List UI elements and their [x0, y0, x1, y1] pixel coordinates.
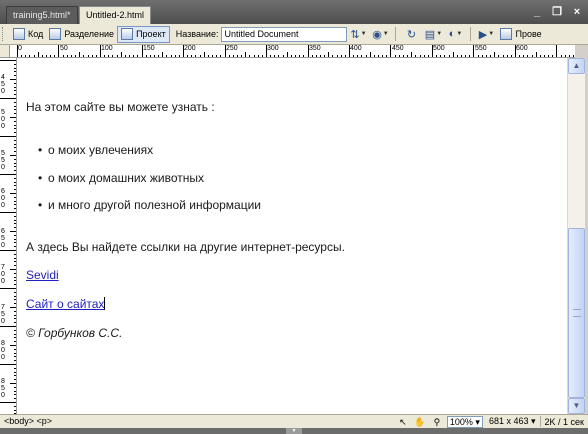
ruler-label: 6 5 0 [1, 228, 5, 249]
tab-training5[interactable]: training5.html* [6, 6, 78, 24]
ruler-label: 7 0 0 [1, 264, 5, 285]
hand-tool-icon[interactable]: ✋ [413, 416, 427, 428]
vertical-scrollbar[interactable]: ▲ ▼ [567, 58, 585, 414]
expand-panel-icon[interactable]: ▼ [286, 428, 302, 434]
ruler-label: 0 [18, 45, 22, 52]
zoom-value: 100% [449, 416, 473, 427]
check-browser-icon [500, 28, 513, 40]
pointer-tool-icon[interactable]: ↖ [396, 416, 410, 428]
vertical-ruler: 4 5 0 5 0 0 5 5 0 6 0 0 6 5 0 7 0 0 7 5 … [0, 58, 17, 414]
validate-markup-icon[interactable]: ▶ ▼ [478, 27, 494, 42]
ruler-origin[interactable] [0, 45, 10, 58]
zoom-select[interactable]: 100% ▾ [446, 415, 483, 428]
link-sites-about-sites[interactable]: Сайт о сайтах [26, 297, 104, 311]
scroll-up-icon[interactable]: ▲ [568, 58, 585, 74]
text-cursor [104, 297, 106, 310]
title-label: Название: [175, 29, 219, 39]
ruler-label: 4 5 0 [1, 74, 5, 95]
check-browser-label: Прове [515, 29, 542, 39]
check-browser-button[interactable]: Прове [497, 26, 544, 43]
split-view-button[interactable]: Разделение [46, 26, 117, 43]
split-view-icon [49, 28, 62, 40]
ruler-label: 250 [226, 45, 238, 52]
scroll-thumb[interactable] [568, 228, 585, 398]
close-icon[interactable]: × [570, 5, 584, 19]
code-view-label: Код [28, 29, 44, 39]
design-view-icon [121, 28, 134, 40]
tag-selector[interactable]: <body> <p> [4, 416, 52, 426]
ruler-label: 7 5 0 [1, 304, 5, 325]
intro-paragraph[interactable]: На этом сайте вы можете узнать : [26, 100, 215, 114]
zoom-tool-icon[interactable]: ⚲ [430, 416, 444, 428]
window-controls: _ ❐ × [530, 5, 584, 19]
view-options-icon[interactable]: ▤ ▼ [425, 27, 442, 42]
status-bar: <body> <p> ↖ ✋ ⚲ 100% ▾ 681 x 463 ▾ 2K /… [0, 414, 588, 428]
ruler-label: 450 [392, 45, 404, 52]
ruler-label: 50 [60, 45, 68, 52]
design-view[interactable]: На этом сайте вы можете узнать : о моих … [17, 58, 567, 414]
toolbar-grip[interactable] [2, 27, 6, 41]
ruler-label: 100 [101, 45, 113, 52]
links-intro-paragraph[interactable]: А здесь Вы найдете ссылки на другие инте… [26, 240, 345, 254]
list-item[interactable]: и много другой полезной информации [38, 198, 261, 212]
download-size: 2K / 1 сек [544, 416, 584, 427]
toolbar-separator [395, 27, 397, 41]
document-title-input[interactable] [221, 26, 348, 42]
horizontal-ruler-ticks [17, 45, 574, 57]
code-view-icon [13, 28, 25, 40]
ruler-label: 550 [475, 45, 487, 52]
toolbar-separator [470, 27, 472, 41]
window-size-value: 681 x 463 [488, 416, 529, 426]
link-sevidi[interactable]: Sevidi [26, 268, 59, 282]
preview-browser-icon[interactable]: ◉ ▼ [372, 27, 389, 42]
ruler-label: 500 [433, 45, 445, 52]
document-toolbar: Код Разделение Проект Название: ⇅▼ ◉▼ ↻ … [0, 24, 588, 45]
design-view-label: Проект [136, 29, 166, 39]
window-size-select[interactable]: 681 x 463 ▾ [489, 416, 536, 427]
copyright-paragraph[interactable]: © Горбунков С.С. [26, 326, 122, 340]
ruler-label: 5 0 0 [1, 109, 5, 130]
list-item[interactable]: о моих домашних животных [38, 171, 204, 185]
panel-splitter[interactable]: ▼ [0, 428, 588, 434]
ruler-label: 8 0 0 [1, 340, 5, 361]
minimize-icon[interactable]: _ [530, 5, 544, 19]
visual-aids-icon[interactable]: ◐ ▼ [447, 27, 463, 42]
ruler-label: 150 [143, 45, 155, 52]
link-paragraph: Сайт о сайтах [26, 297, 106, 311]
file-management-icon[interactable]: ⇅ ▼ [350, 27, 366, 42]
list-item[interactable]: о моих увлечениях [38, 143, 153, 157]
ruler-label: 400 [350, 45, 362, 52]
horizontal-ruler: 0 50 100 150 200 250 300 350 400 450 500… [10, 45, 575, 58]
ruler-label: 8 5 0 [1, 378, 5, 399]
ruler-label: 300 [267, 45, 279, 52]
restore-icon[interactable]: ❐ [550, 5, 564, 19]
status-divider [539, 416, 541, 427]
document-tab-bar: training5.html* Untitled-2.html _ ❐ × [0, 0, 588, 24]
status-tools: ↖ ✋ ⚲ 100% ▾ 681 x 463 ▾ 2K / 1 сек [396, 415, 584, 428]
scroll-down-icon[interactable]: ▼ [568, 398, 585, 414]
ruler-label: 5 5 0 [1, 150, 5, 171]
ruler-label: 200 [184, 45, 196, 52]
tab-untitled-2[interactable]: Untitled-2.html [79, 6, 151, 24]
refresh-icon[interactable]: ↻ [403, 27, 419, 42]
design-view-button[interactable]: Проект [117, 25, 170, 43]
ruler-label: 600 [516, 45, 528, 52]
code-view-button[interactable]: Код [10, 26, 46, 43]
split-view-label: Разделение [64, 29, 115, 39]
link-paragraph: Sevidi [26, 268, 59, 282]
ruler-label: 6 0 0 [1, 188, 5, 209]
ruler-label: 350 [309, 45, 321, 52]
